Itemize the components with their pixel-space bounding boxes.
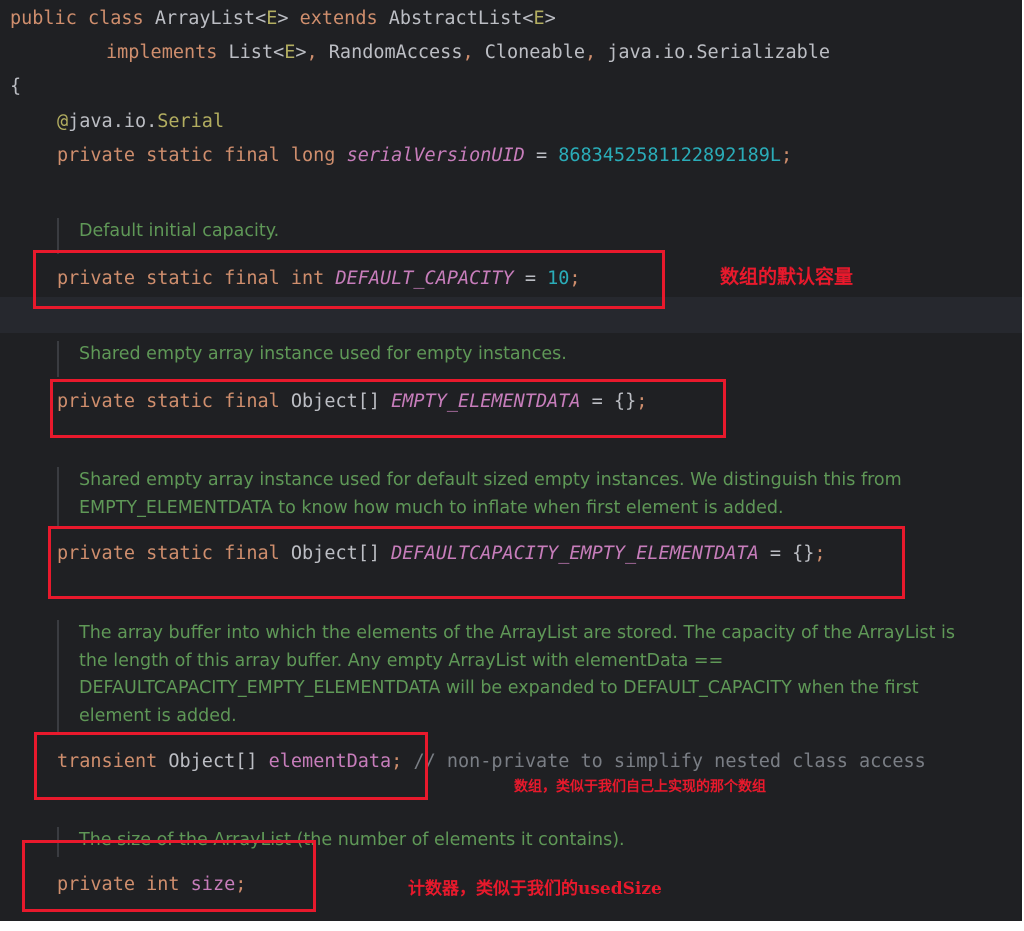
type-parameter: E <box>266 8 278 29</box>
comma: , <box>462 42 474 63</box>
keyword-extends: extends <box>299 8 378 29</box>
doc-comment-defaultcapacity-empty: Shared empty array instance used for def… <box>57 467 902 527</box>
generic-close: > <box>277 8 289 29</box>
highlight-box-element-data <box>34 732 428 800</box>
interface-list: List <box>228 42 274 63</box>
semicolon: ; <box>781 145 793 166</box>
highlight-box-defaultcapacity-empty <box>48 526 905 599</box>
generic-open: < <box>522 8 534 29</box>
highlight-box-size <box>22 840 316 912</box>
doc-comment-element-data: The array buffer into which the elements… <box>57 620 955 732</box>
note-default-capacity: 数组的默认容量 <box>720 266 854 288</box>
note-element-data: 数组，类似于我们自己上实现的那个数组 <box>514 779 766 795</box>
equals: = <box>535 145 548 166</box>
interface-random-access: RandomAccess <box>328 42 463 63</box>
type-parameter: E <box>284 42 296 63</box>
doc-comment-default-capacity: Default initial capacity. <box>57 218 279 254</box>
class-declaration-line[interactable]: public class ArrayList<E> extends Abstra… <box>10 6 556 32</box>
annotation-name: Serial <box>157 111 225 132</box>
serial-version-line[interactable]: private static final long serialVersionU… <box>57 143 792 169</box>
generic-close: > <box>295 42 307 63</box>
parent-class-name: AbstractList <box>388 8 523 29</box>
class-name: ArrayList <box>154 8 256 29</box>
interface-cloneable: Cloneable <box>484 42 585 63</box>
class-open-brace: { <box>10 76 22 97</box>
comma: , <box>584 42 597 63</box>
serial-annotation-line[interactable]: @java.io.Serial <box>57 109 224 135</box>
annotation-at: @ <box>57 111 69 132</box>
highlight-box-empty-elementdata <box>50 379 726 438</box>
highlight-box-default-capacity <box>33 250 665 309</box>
keyword-public: public <box>10 8 77 29</box>
keyword-implements: implements <box>106 42 218 63</box>
doc-comment-empty-elementdata: Shared empty array instance used for emp… <box>57 341 567 377</box>
comma: , <box>306 42 318 63</box>
implements-line[interactable]: implements List<E>, RandomAccess, Clonea… <box>106 40 830 66</box>
generic-close: > <box>544 8 556 29</box>
generic-open: < <box>255 8 267 29</box>
line-comment: // non-private to simplify nested class … <box>413 751 926 772</box>
type-parameter: E <box>533 8 545 29</box>
modifiers: private static final long <box>57 145 336 166</box>
field-name: serialVersionUID <box>346 145 525 166</box>
interface-serializable: java.io.Serializable <box>607 42 831 63</box>
generic-open: < <box>273 42 285 63</box>
annotation-package: java.io. <box>68 111 158 132</box>
keyword-class: class <box>87 8 144 29</box>
number-literal: 8683452581122892189L <box>558 145 781 166</box>
note-size: 计数器，类似于我们的usedSize <box>408 879 662 899</box>
